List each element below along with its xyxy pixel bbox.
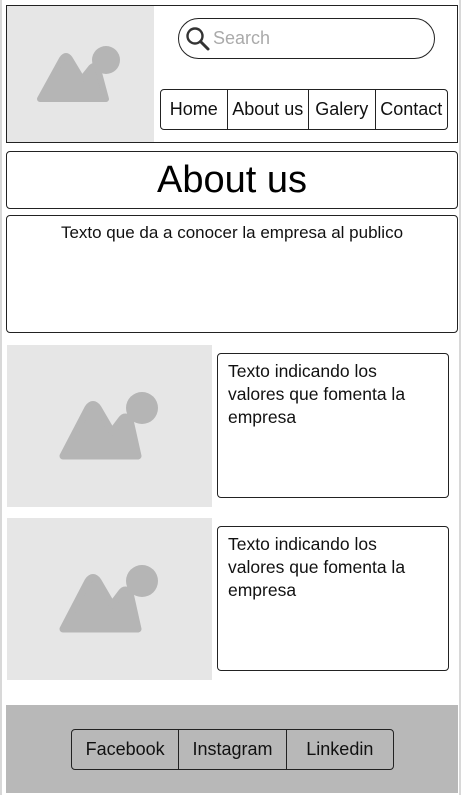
page-title-box: About us (6, 151, 458, 209)
search-bar[interactable] (178, 18, 435, 59)
search-icon (186, 26, 210, 50)
values-image-placeholder-1 (7, 345, 212, 507)
nav-item-contact[interactable]: Contact (376, 90, 448, 129)
header: Home About us Galery Contact (6, 5, 458, 143)
nav-item-galery[interactable]: Galery (309, 90, 376, 129)
nav-bar: Home About us Galery Contact (160, 89, 448, 130)
nav-item-about-us[interactable]: About us (228, 90, 309, 129)
linkedin-link[interactable]: Linkedin (287, 730, 393, 769)
page-title: About us (157, 158, 307, 201)
logo-image-placeholder (7, 6, 154, 142)
facebook-link[interactable]: Facebook (72, 730, 180, 769)
search-input[interactable] (213, 28, 423, 49)
intro-text: Texto que da a conocer la empresa al pub… (60, 223, 404, 242)
intro-text-box: Texto que da a conocer la empresa al pub… (6, 215, 458, 333)
social-links: Facebook Instagram Linkedin (71, 729, 394, 770)
values-text-1: Texto indicando los valores que fomenta … (228, 361, 406, 427)
nav-item-home[interactable]: Home (161, 90, 228, 129)
footer: Facebook Instagram Linkedin (6, 705, 458, 793)
page-frame: Home About us Galery Contact About us Te… (0, 0, 461, 795)
values-text-box-2: Texto indicando los valores que fomenta … (217, 526, 449, 671)
values-text-2: Texto indicando los valores que fomenta … (228, 534, 406, 600)
values-text-box-1: Texto indicando los valores que fomenta … (217, 353, 449, 498)
image-icon (36, 46, 120, 102)
image-icon (59, 392, 158, 460)
image-icon (59, 565, 158, 633)
instagram-link[interactable]: Instagram (179, 730, 287, 769)
values-image-placeholder-2 (7, 518, 212, 680)
